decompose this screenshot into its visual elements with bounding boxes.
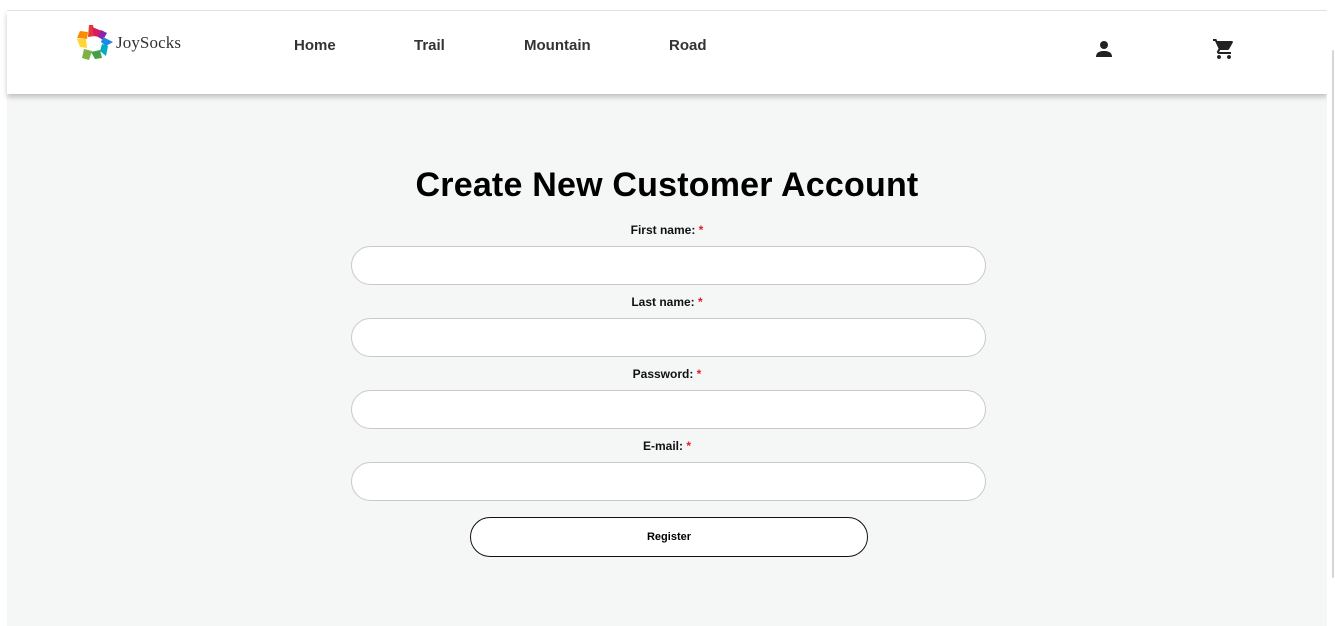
register-button[interactable]: Register [470, 517, 868, 557]
person-icon [1096, 41, 1112, 57]
cart-button[interactable] [1212, 37, 1236, 61]
shopping-cart-icon [1213, 39, 1233, 59]
password-input[interactable] [351, 390, 986, 429]
nav-home-link[interactable]: Home [294, 37, 336, 54]
brand-logo[interactable]: JoySocks [75, 25, 181, 61]
brand-name: JoySocks [116, 33, 182, 52]
nav-mountain-link[interactable]: Mountain [524, 37, 591, 54]
email-label: E-mail: * [7, 439, 1327, 453]
nav-trail-link[interactable]: Trail [414, 37, 445, 54]
email-label-text: E-mail: [642, 439, 683, 453]
password-label-text: Password: [632, 367, 694, 381]
first-name-label-text: First name: [630, 223, 696, 237]
last-name-label-text: Last name: [631, 295, 695, 309]
last-name-input[interactable] [351, 318, 986, 357]
scrollbar-thumb[interactable] [1332, 50, 1334, 578]
page-frame: JoySocks Home Trail Mountain Road Create… [7, 10, 1327, 626]
password-label: Password: * [7, 367, 1327, 381]
first-name-input[interactable] [351, 246, 986, 285]
account-button[interactable] [1092, 37, 1116, 61]
last-name-label: Last name: * [7, 295, 1327, 309]
required-marker: * [686, 439, 692, 453]
email-input[interactable] [351, 462, 986, 501]
site-header: JoySocks Home Trail Mountain Road [7, 11, 1327, 94]
page-title: Create New Customer Account [415, 166, 919, 204]
registration-section: Create New Customer Account First name: … [7, 94, 1327, 626]
required-marker: * [698, 223, 704, 237]
required-marker: * [698, 295, 703, 309]
page-scrollbar[interactable] [1327, 10, 1335, 625]
nav-road-link[interactable]: Road [669, 37, 707, 54]
required-marker: * [696, 367, 702, 381]
first-name-label: First name: * [7, 223, 1327, 237]
multicolor-star-logo-icon [77, 25, 113, 60]
